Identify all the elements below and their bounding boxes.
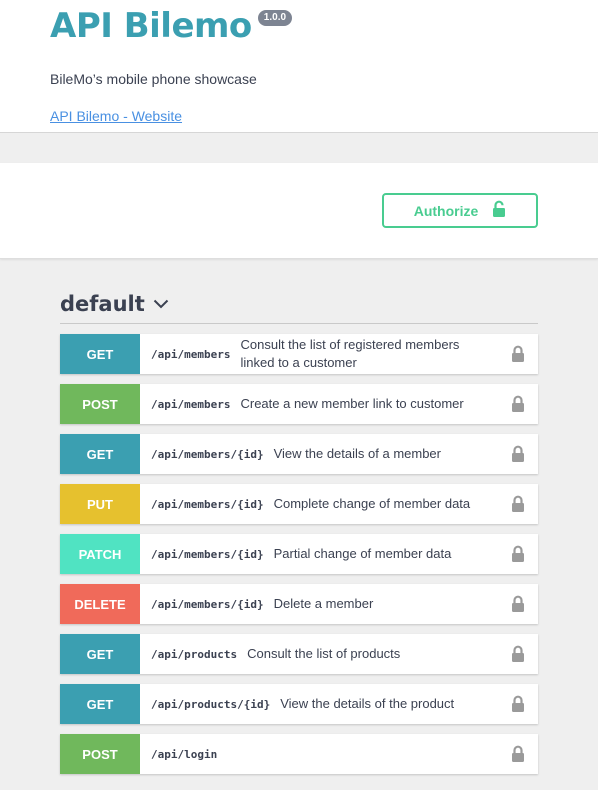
- method-badge: GET: [60, 684, 140, 724]
- operation-row[interactable]: POST/api/login: [60, 734, 538, 774]
- authorize-label: Authorize: [413, 202, 479, 219]
- method-badge: GET: [60, 334, 140, 374]
- operation-path: /api/members/{id}: [151, 447, 264, 461]
- method-badge: PATCH: [60, 534, 140, 574]
- operation-row[interactable]: GET/api/products Consult the list of prod…: [60, 634, 538, 674]
- tag-default-header[interactable]: default: [60, 284, 538, 324]
- operation-summary: Partial change of member data: [273, 546, 452, 561]
- chevron-down-icon: [153, 296, 169, 314]
- operation-path: /api/members/{id}: [151, 547, 264, 561]
- operation-row[interactable]: GET/api/members/{id} View the details of …: [60, 434, 538, 474]
- operation-row[interactable]: GET/api/products/{id} View the details of…: [60, 684, 538, 724]
- operation-path: /api/login: [151, 747, 218, 761]
- info-header: API Bilemo 1.0.0 BileMo’s mobile phone s…: [0, 0, 598, 133]
- operation-summary: View the details of the product: [280, 696, 455, 711]
- padlock-icon[interactable]: [511, 545, 525, 568]
- padlock-icon[interactable]: [511, 445, 525, 468]
- operation-row[interactable]: POST/api/members Create a new member link…: [60, 384, 538, 424]
- operation-path: /api/members: [151, 347, 231, 361]
- padlock-icon[interactable]: [511, 645, 525, 668]
- api-description: BileMo’s mobile phone showcase: [50, 71, 257, 87]
- tag-name: default: [60, 291, 145, 316]
- padlock-icon[interactable]: [511, 495, 525, 518]
- operation-summary: View the details of a member: [273, 446, 441, 461]
- operation-path: /api/products: [151, 647, 238, 661]
- auth-section: Authorize: [0, 163, 598, 259]
- method-badge: GET: [60, 434, 140, 474]
- padlock-icon[interactable]: [511, 595, 525, 618]
- operation-summary: Consult the list of registered members l…: [240, 337, 460, 370]
- title-row: API Bilemo 1.0.0: [50, 4, 293, 48]
- api-title: API Bilemo: [50, 6, 252, 46]
- operations-list: GET/api/members Consult the list of regis…: [60, 334, 538, 784]
- operation-row[interactable]: PUT/api/members/{id} Complete change of m…: [60, 484, 538, 524]
- operation-summary: Create a new member link to customer: [240, 396, 464, 411]
- operation-path: /api/products/{id}: [151, 697, 271, 711]
- method-badge: POST: [60, 384, 140, 424]
- operation-path: /api/members/{id}: [151, 497, 264, 511]
- authorize-button[interactable]: Authorize: [382, 193, 538, 228]
- website-link[interactable]: API Bilemo - Website: [50, 108, 182, 124]
- method-badge: PUT: [60, 484, 140, 524]
- operation-path: /api/members/{id}: [151, 597, 264, 611]
- operation-summary: Complete change of member data: [273, 496, 471, 511]
- method-badge: DELETE: [60, 584, 140, 624]
- operation-summary: Delete a member: [273, 596, 374, 611]
- padlock-icon[interactable]: [511, 395, 525, 418]
- padlock-icon[interactable]: [511, 745, 525, 768]
- operation-summary: Consult the list of products: [247, 646, 401, 661]
- operation-row[interactable]: PATCH/api/members/{id} Partial change of …: [60, 534, 538, 574]
- operation-path: /api/members: [151, 397, 231, 411]
- operation-row[interactable]: GET/api/members Consult the list of regis…: [60, 334, 538, 374]
- unlocked-padlock-icon: [492, 200, 506, 221]
- method-badge: GET: [60, 634, 140, 674]
- padlock-icon[interactable]: [511, 345, 525, 368]
- padlock-icon[interactable]: [511, 695, 525, 718]
- version-badge: 1.0.0: [257, 10, 293, 26]
- operation-row[interactable]: DELETE/api/members/{id} Delete a member: [60, 584, 538, 624]
- method-badge: POST: [60, 734, 140, 774]
